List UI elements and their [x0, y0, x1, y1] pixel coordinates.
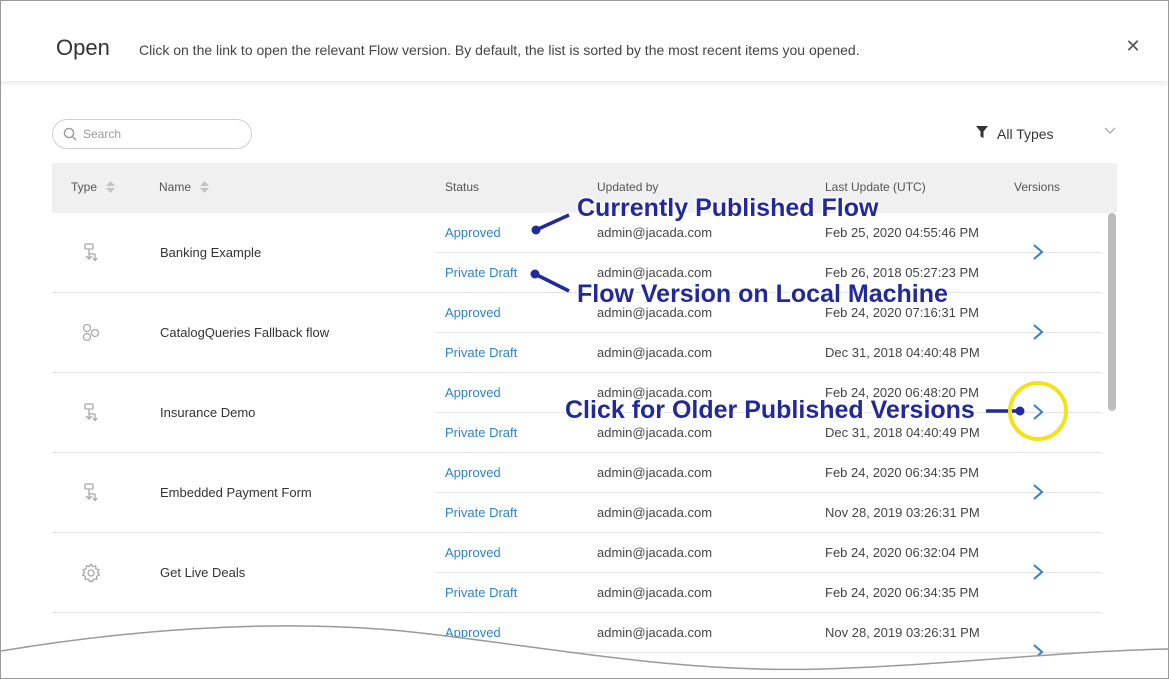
flow-icon: [80, 402, 102, 424]
last-update: Dec 31, 2018 04:40:49 PM: [825, 425, 980, 440]
table-row: Get Live Deals Approved admin@jacada.com Fe…: [52, 533, 1101, 613]
flow-name: Banking Example: [160, 245, 262, 260]
flow-icon: [80, 242, 102, 264]
version-status-link[interactable]: Private Draft: [445, 505, 517, 520]
search-input[interactable]: [83, 125, 243, 143]
chevron-right-icon[interactable]: [1032, 243, 1044, 261]
sort-icon: [106, 181, 116, 193]
fallback-flow-icon: [80, 322, 102, 344]
search-icon: [63, 127, 77, 141]
type-filter-dropdown[interactable]: All Types: [976, 125, 1118, 145]
annotation-local: Flow Version on Local Machine: [577, 280, 948, 308]
version-status-link[interactable]: Approved: [445, 545, 501, 560]
version-row: [437, 653, 1101, 678]
column-status: Status: [445, 180, 480, 194]
chevron-right-icon[interactable]: [1032, 643, 1044, 661]
filter-label: All Types: [997, 126, 1054, 142]
gear-icon: [80, 562, 102, 584]
version-row: Private Draft admin@jacada.com Dec 31, 201…: [437, 333, 1101, 373]
table-row: Approved admin@jacada.com Nov 28, 2019 03:…: [52, 613, 1101, 678]
version-status-link[interactable]: Private Draft: [445, 425, 517, 440]
flow-icon: [80, 642, 102, 664]
version-row: Private Draft admin@jacada.com Nov 28, 201…: [437, 493, 1101, 533]
version-row: Private Draft admin@jacada.com Feb 24, 202…: [437, 573, 1101, 613]
flow-name: Get Live Deals: [160, 565, 246, 580]
chevron-down-icon: [1104, 127, 1116, 134]
version-status-link[interactable]: Approved: [445, 625, 501, 640]
last-update: Feb 24, 2020 06:34:35 PM: [825, 585, 979, 600]
column-versions: Versions: [1014, 180, 1061, 194]
version-status-link[interactable]: Private Draft: [445, 585, 517, 600]
search-box[interactable]: [52, 119, 252, 149]
column-type[interactable]: Type: [71, 180, 116, 194]
updated-by: admin@jacada.com: [597, 265, 713, 280]
updated-by: admin@jacada.com: [597, 465, 713, 480]
version-status-link[interactable]: Approved: [445, 465, 501, 480]
dialog-title: Open: [56, 35, 110, 60]
version-status-link[interactable]: Private Draft: [445, 345, 517, 360]
version-row: Approved admin@jacada.com Nov 28, 2019 03:…: [437, 613, 1101, 653]
updated-by: admin@jacada.com: [597, 345, 713, 360]
column-name[interactable]: Name: [159, 180, 210, 194]
chevron-right-icon[interactable]: [1032, 323, 1044, 341]
updated-by: admin@jacada.com: [597, 585, 713, 600]
version-row: Approved admin@jacada.com Feb 24, 2020 06:…: [437, 453, 1101, 493]
sort-icon: [200, 181, 210, 193]
chevron-right-icon[interactable]: [1032, 403, 1044, 421]
last-update: Nov 28, 2019 03:26:31 PM: [825, 505, 980, 520]
flow-name: Embedded Payment Form: [160, 485, 312, 500]
last-update: Feb 25, 2020 04:55:46 PM: [825, 225, 979, 240]
dialog-description: Click on the link to open the relevant F…: [139, 42, 860, 58]
last-update: Nov 28, 2019 03:26:31 PM: [825, 625, 980, 640]
last-update: Feb 26, 2018 05:27:23 PM: [825, 265, 979, 280]
open-dialog: Open Click on the link to open the relev…: [0, 0, 1169, 679]
flow-name: Insurance Demo: [160, 405, 256, 420]
close-icon[interactable]: ✕: [1124, 37, 1142, 55]
column-last-update: Last Update (UTC): [825, 180, 926, 194]
flow-icon: [80, 482, 102, 504]
table-row: Embedded Payment Form Approved admin@jacad…: [52, 453, 1101, 533]
column-updated-by: Updated by: [597, 180, 659, 194]
chevron-right-icon[interactable]: [1032, 483, 1044, 501]
updated-by: admin@jacada.com: [597, 425, 713, 440]
dialog-header: Open Click on the link to open the relev…: [1, 1, 1168, 81]
annotation-older: Click for Older Published Versions: [565, 396, 975, 424]
funnel-icon: [976, 126, 988, 138]
flow-name: CatalogQueries Fallback flow: [160, 325, 330, 340]
version-status-link[interactable]: Private Draft: [445, 265, 517, 280]
version-row: Approved admin@jacada.com Feb 24, 2020 06:…: [437, 533, 1101, 573]
last-update: Feb 24, 2020 06:32:04 PM: [825, 545, 979, 560]
last-update: Dec 31, 2018 04:40:48 PM: [825, 345, 980, 360]
column-name-label: Name: [159, 180, 192, 194]
updated-by: admin@jacada.com: [597, 545, 713, 560]
scrollbar-thumb[interactable]: [1108, 213, 1116, 411]
version-status-link[interactable]: Approved: [445, 225, 501, 240]
annotation-published: Currently Published Flow: [577, 194, 879, 222]
last-update: Feb 24, 2020 06:34:35 PM: [825, 465, 979, 480]
version-status-link[interactable]: Approved: [445, 305, 501, 320]
chevron-right-icon[interactable]: [1032, 563, 1044, 581]
updated-by: admin@jacada.com: [597, 505, 713, 520]
version-status-link[interactable]: Approved: [445, 385, 501, 400]
updated-by: admin@jacada.com: [597, 625, 713, 640]
updated-by: admin@jacada.com: [597, 225, 713, 240]
column-type-label: Type: [71, 180, 98, 194]
